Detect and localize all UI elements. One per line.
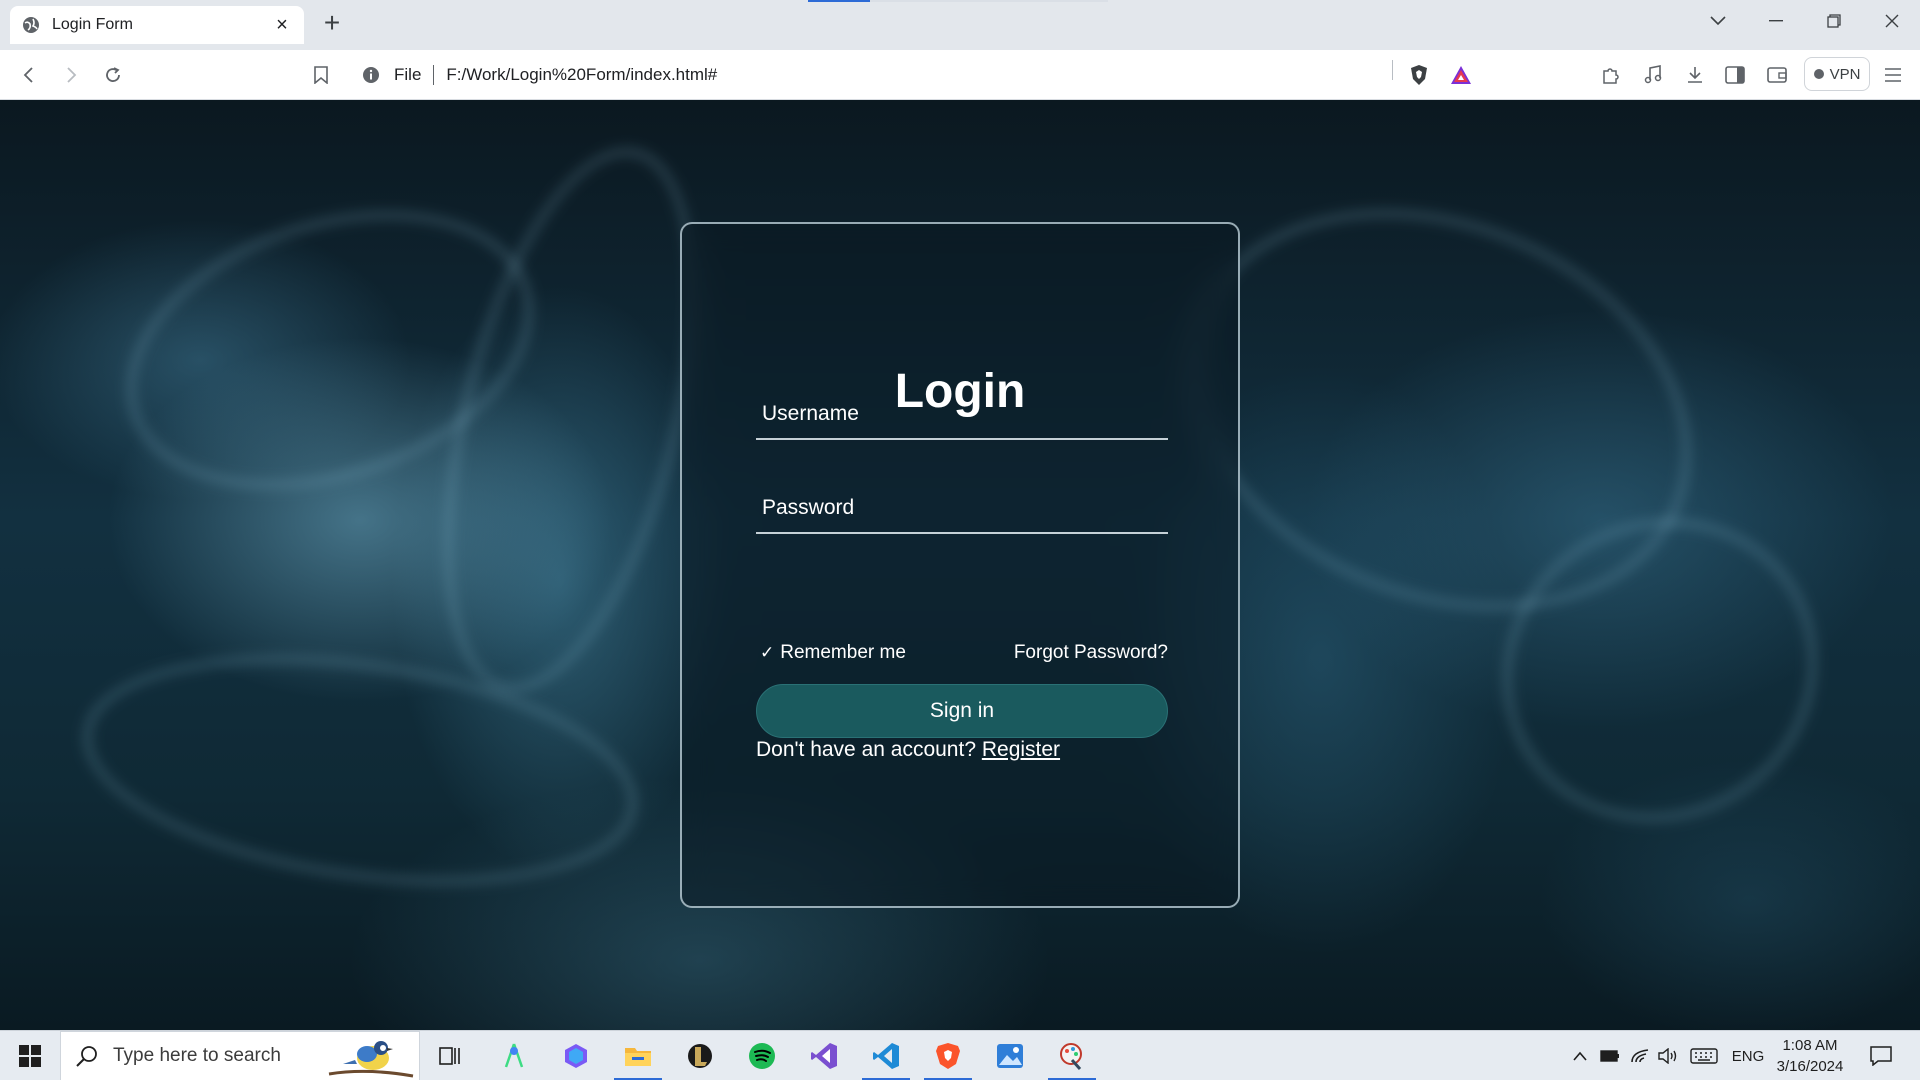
bird-search-highlight-icon [327,1034,415,1080]
vpn-button[interactable]: VPN [1804,57,1870,91]
page-background: Login ✓ Remember me Forgot Password? Sig… [0,100,1920,1030]
username-field [756,390,1168,440]
windows-taskbar: Type here to search ENG 1:08 AM 3/16/202… [0,1030,1920,1080]
language-label: ENG [1731,1047,1765,1065]
tab-title: Login Form [52,16,133,33]
url-scheme-label: File [394,65,422,84]
login-options: ✓ Remember me Forgot Password? [756,640,1168,666]
bookmark-icon[interactable] [308,62,334,88]
clock-time: 1:08 AM [1782,1037,1838,1054]
brave-rewards-icon[interactable] [1448,62,1474,88]
vscode-icon[interactable] [856,1031,916,1080]
brave-icon[interactable] [918,1031,978,1080]
extensions-icon[interactable] [1598,62,1624,88]
photos-icon[interactable] [980,1031,1040,1080]
keyboard-icon[interactable] [1688,1031,1720,1080]
spotify-icon[interactable] [732,1031,792,1080]
toolbar-divider [1392,60,1393,80]
tab-login-form[interactable]: Login Form × [10,6,304,44]
register-link[interactable]: Register [982,738,1060,761]
close-tab-icon[interactable]: × [272,15,292,35]
register-prompt: Don't have an account? [756,738,976,761]
taskbar-clock[interactable]: 1:08 AM 3/16/2024 [1762,1035,1858,1077]
username-input[interactable] [756,390,1168,438]
search-placeholder: Type here to search [113,1045,281,1066]
tab-search-chevron-icon[interactable] [1700,6,1736,36]
login-card: Login ✓ Remember me Forgot Password? Sig… [680,222,1240,908]
show-hidden-icons-chevron-icon[interactable] [1568,1031,1592,1080]
wifi-icon[interactable] [1628,1031,1652,1080]
checkmark-icon: ✓ [760,643,775,662]
battery-icon[interactable] [1598,1031,1622,1080]
restore-icon[interactable] [1816,6,1852,36]
url-text[interactable]: F:/Work/Login%20Form/index.html# [446,65,717,85]
brave-shields-icon[interactable] [1406,62,1432,88]
forgot-password-link[interactable]: Forgot Password? [1014,642,1168,664]
register-line: Don't have an account? Register [756,738,1060,762]
copilot-icon[interactable] [546,1031,606,1080]
password-field [756,484,1168,534]
sign-in-button[interactable]: Sign in [756,684,1168,738]
task-view-icon[interactable] [420,1031,480,1080]
windows-start-icon[interactable] [10,1041,50,1071]
wallet-icon[interactable] [1764,62,1790,88]
paint-icon[interactable] [1042,1031,1102,1080]
download-icon[interactable] [1682,62,1708,88]
url-separator [433,65,435,85]
visual-studio-icon[interactable] [794,1031,854,1080]
menu-icon[interactable] [1880,62,1906,88]
sidebar-icon[interactable] [1722,62,1748,88]
volume-icon[interactable] [1656,1031,1680,1080]
password-input[interactable] [756,484,1168,532]
minimize-icon[interactable] [1758,6,1794,36]
browser-toolbar: File F:/Work/Login%20Form/index.html# VP… [0,50,1920,100]
taskbar-search[interactable]: Type here to search [60,1031,420,1080]
file-explorer-icon[interactable] [608,1031,668,1080]
vpn-status-icon [1813,69,1824,79]
search-icon [75,1044,99,1068]
league-of-legends-icon[interactable] [670,1031,730,1080]
remember-me-label: Remember me [780,642,906,663]
close-window-icon[interactable] [1874,6,1910,36]
info-icon[interactable] [362,66,380,84]
forward-arrow-icon[interactable] [58,62,84,88]
address-bar[interactable]: File F:/Work/Login%20Form/index.html# [352,56,1482,94]
tab-loading-indicator [808,0,1108,2]
android-studio-icon[interactable] [484,1031,544,1080]
new-tab-button[interactable]: + [318,9,346,38]
browser-tabbar: Login Form × + [0,0,1920,50]
notifications-icon[interactable] [1866,1031,1896,1080]
vpn-label: VPN [1829,65,1861,83]
remember-me-checkbox[interactable]: ✓ Remember me [756,642,906,664]
globe-icon [22,16,40,34]
media-music-icon[interactable] [1640,62,1666,88]
clock-date: 3/16/2024 [1776,1058,1844,1075]
back-arrow-icon[interactable] [16,62,42,88]
reload-icon[interactable] [100,62,126,88]
